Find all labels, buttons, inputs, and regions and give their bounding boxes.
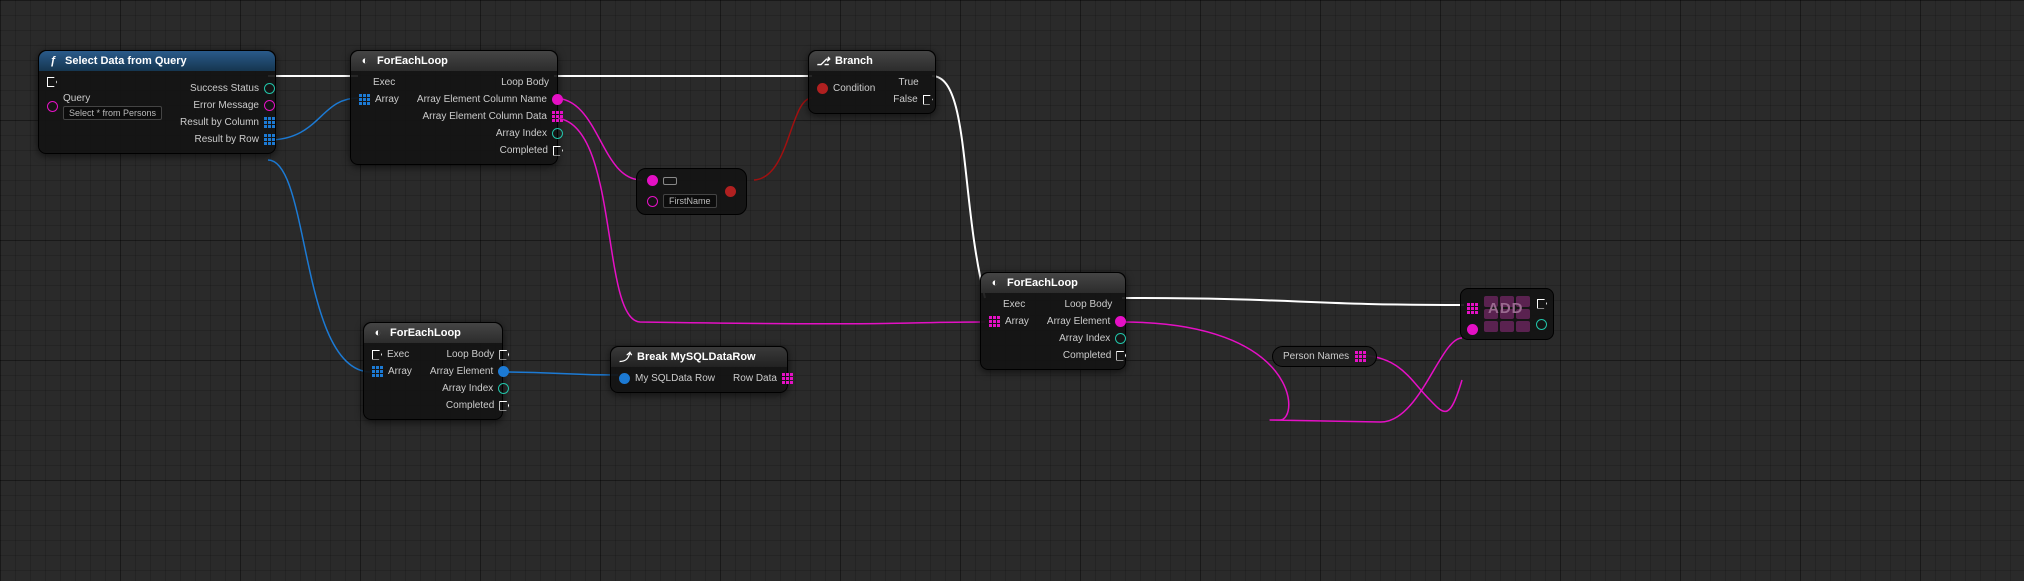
- array-in-pin[interactable]: Array: [372, 366, 412, 377]
- row-data-out-pin[interactable]: Row Data: [733, 373, 793, 384]
- array-index-pin[interactable]: Array Index: [1059, 333, 1126, 344]
- completed-pin[interactable]: Completed: [500, 145, 563, 156]
- equals-icon: [663, 177, 677, 185]
- node-title: ForEachLoop: [390, 327, 461, 339]
- result-by-column-pin[interactable]: Result by Column: [180, 117, 275, 128]
- node-select-data-from-query[interactable]: ƒ Select Data from Query Query Select * …: [38, 50, 276, 154]
- loop-body-pin[interactable]: Loop Body: [1064, 299, 1126, 310]
- array-element-pin[interactable]: Array Element: [1047, 316, 1126, 327]
- node-title: Branch: [835, 55, 873, 67]
- success-status-pin[interactable]: Success Status: [190, 83, 275, 94]
- exec-in-pin[interactable]: [47, 77, 57, 87]
- false-pin[interactable]: False: [893, 94, 932, 105]
- col-name-pin[interactable]: Array Element Column Name: [417, 94, 563, 105]
- macro-icon: ◐: [989, 277, 1001, 289]
- branch-icon: ⎇: [817, 55, 829, 67]
- node-foreach-loop-3[interactable]: ◐ ForEachLoop Exec Array Loop Body Array…: [980, 272, 1126, 370]
- array-in-pin[interactable]: [1467, 303, 1478, 314]
- index-out-pin[interactable]: [1536, 319, 1547, 330]
- node-title: Select Data from Query: [65, 55, 187, 67]
- node-header: ƒ Select Data from Query: [39, 51, 275, 71]
- node-title: Break MySQLDataRow: [637, 351, 756, 363]
- exec-in-pin[interactable]: Exec: [359, 77, 395, 88]
- true-pin[interactable]: True: [899, 77, 933, 88]
- macro-icon: ◐: [359, 55, 371, 67]
- node-foreach-loop-2[interactable]: ◐ ForEachLoop Exec Array Loop Body Array…: [363, 322, 503, 420]
- array-in-pin[interactable]: Array: [359, 94, 399, 105]
- exec-in-pin[interactable]: Exec: [372, 349, 409, 360]
- node-break-mysqldatarow[interactable]: ⤴ Break MySQLDataRow My SQLData Row Row …: [610, 346, 788, 393]
- node-equals[interactable]: FirstName: [636, 168, 747, 215]
- break-icon: ⤴: [619, 351, 631, 363]
- error-message-pin[interactable]: Error Message: [193, 100, 275, 111]
- equals-value-input[interactable]: FirstName: [663, 194, 717, 208]
- array-index-pin[interactable]: Array Index: [496, 128, 563, 139]
- node-branch[interactable]: ⎇ Branch Condition True False: [808, 50, 936, 114]
- loop-body-pin[interactable]: Loop Body: [446, 349, 509, 360]
- query-value-input[interactable]: Select * from Persons: [63, 106, 162, 120]
- variable-label: Person Names: [1283, 351, 1349, 362]
- result-by-row-pin[interactable]: Result by Row: [195, 134, 275, 145]
- condition-pin[interactable]: Condition: [817, 83, 875, 94]
- array-in-pin[interactable]: Array: [989, 316, 1029, 327]
- node-title: ForEachLoop: [1007, 277, 1078, 289]
- variable-person-names[interactable]: Person Names: [1272, 346, 1377, 367]
- completed-pin[interactable]: Completed: [446, 400, 509, 411]
- col-data-pin[interactable]: Array Element Column Data: [422, 111, 563, 122]
- node-title: ForEachLoop: [377, 55, 448, 67]
- array-index-pin[interactable]: Array Index: [442, 383, 509, 394]
- node-header: ⎇ Branch: [809, 51, 935, 71]
- completed-pin[interactable]: Completed: [1063, 350, 1126, 361]
- node-header: ⤴ Break MySQLDataRow: [611, 347, 787, 367]
- function-icon: ƒ: [47, 55, 59, 67]
- loop-body-pin[interactable]: Loop Body: [501, 77, 563, 88]
- equals-out-pin[interactable]: [725, 186, 736, 197]
- add-label: ADD: [1488, 300, 1524, 317]
- query-input-pin[interactable]: Query Select * from Persons: [47, 93, 162, 120]
- exec-in-pin[interactable]: Exec: [989, 299, 1025, 310]
- node-array-add[interactable]: ADD: [1460, 288, 1554, 340]
- equals-b-pin[interactable]: FirstName: [647, 194, 717, 208]
- row-in-pin[interactable]: My SQLData Row: [619, 373, 715, 384]
- node-header: ◐ ForEachLoop: [351, 51, 557, 71]
- array-out-port[interactable]: [1355, 351, 1366, 362]
- item-in-pin[interactable]: [1467, 324, 1478, 335]
- pin-label: Query: [63, 93, 162, 104]
- macro-icon: ◐: [372, 327, 384, 339]
- exec-out-pin[interactable]: [1537, 299, 1547, 309]
- node-foreach-loop-1[interactable]: ◐ ForEachLoop Exec Array Loop Body Array…: [350, 50, 558, 165]
- array-element-pin[interactable]: Array Element: [430, 366, 509, 377]
- node-header: ◐ ForEachLoop: [364, 323, 502, 343]
- equals-a-pin[interactable]: [647, 175, 677, 186]
- node-header: ◐ ForEachLoop: [981, 273, 1125, 293]
